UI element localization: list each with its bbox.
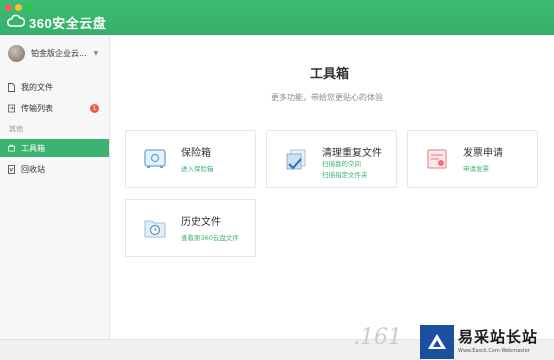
- file-icon: [8, 82, 15, 92]
- tool-card-clean-duplicates[interactable]: 清理重复文件 扫描我的空间 扫描指定文件夹: [266, 130, 397, 188]
- sidebar-item-label: 工具箱: [21, 143, 45, 153]
- tool-card-invoice[interactable]: 发票申请 申请发票: [407, 130, 538, 188]
- watermark-logo-icon: [420, 325, 454, 359]
- sidebar-item-recycle-bin[interactable]: 回收站: [0, 160, 109, 178]
- sidebar-item-my-files[interactable]: 我的文件: [0, 78, 109, 96]
- toolbox-icon: [8, 144, 15, 153]
- card-link[interactable]: 扫描我的空间: [322, 158, 361, 168]
- title-bar: 360安全云盘: [0, 0, 554, 35]
- tool-card-safe[interactable]: 保险箱 进入保险箱: [125, 130, 256, 188]
- window-minimize-button[interactable]: [15, 4, 22, 11]
- transfer-icon: [8, 104, 15, 113]
- window-zoom-button[interactable]: [25, 4, 32, 11]
- watermark-subtext: Www.Easck.Com Webmaster: [458, 348, 530, 354]
- window-close-button[interactable]: [5, 4, 12, 11]
- sidebar-item-toolbox[interactable]: 工具箱: [0, 139, 109, 157]
- watermark-deco-text: .161: [353, 325, 402, 350]
- account-switcher[interactable]: 铂金版企业云... ▼: [8, 43, 104, 63]
- watermark: 易采站长站 Www.Easck.Com Webmaster: [420, 325, 554, 359]
- card-title: 历史文件: [181, 217, 221, 228]
- page-title: 工具箱: [310, 67, 350, 82]
- app-title: 360安全云盘: [29, 15, 107, 31]
- sidebar-section-label: 其他: [9, 125, 23, 133]
- app-brand: 360安全云盘: [6, 12, 107, 32]
- card-link[interactable]: 查看原360云盘文件: [181, 232, 239, 242]
- sidebar-item-label: 我的文件: [21, 82, 53, 92]
- clean-duplicates-icon: [285, 149, 307, 170]
- notification-badge: 1: [90, 103, 99, 113]
- history-icon: [144, 218, 166, 238]
- cloud-logo-icon: [6, 13, 26, 32]
- page-subtitle: 更多功能，带给您更贴心的体验: [271, 93, 383, 102]
- account-name: 铂金版企业云...: [31, 48, 87, 58]
- safe-icon: [144, 149, 166, 169]
- watermark-text: 易采站长站: [458, 328, 539, 346]
- card-link[interactable]: 申请发票: [463, 163, 489, 173]
- card-title: 发票申请: [463, 148, 503, 159]
- card-link[interactable]: 进入保险箱: [181, 163, 214, 173]
- chevron-down-icon: ▼: [93, 49, 99, 57]
- card-title: 保险箱: [181, 148, 211, 159]
- card-link[interactable]: 扫描指定文件夹: [322, 169, 368, 179]
- trash-icon: [8, 164, 15, 174]
- card-title: 清理重复文件: [322, 148, 382, 159]
- sidebar-item-transfer-list[interactable]: 传输列表 1: [0, 99, 109, 117]
- avatar: [8, 44, 25, 62]
- tool-card-history[interactable]: 历史文件 查看原360云盘文件: [125, 199, 256, 257]
- sidebar-item-label: 回收站: [21, 164, 45, 174]
- sidebar-item-label: 传输列表: [21, 103, 53, 113]
- invoice-icon: [426, 149, 448, 169]
